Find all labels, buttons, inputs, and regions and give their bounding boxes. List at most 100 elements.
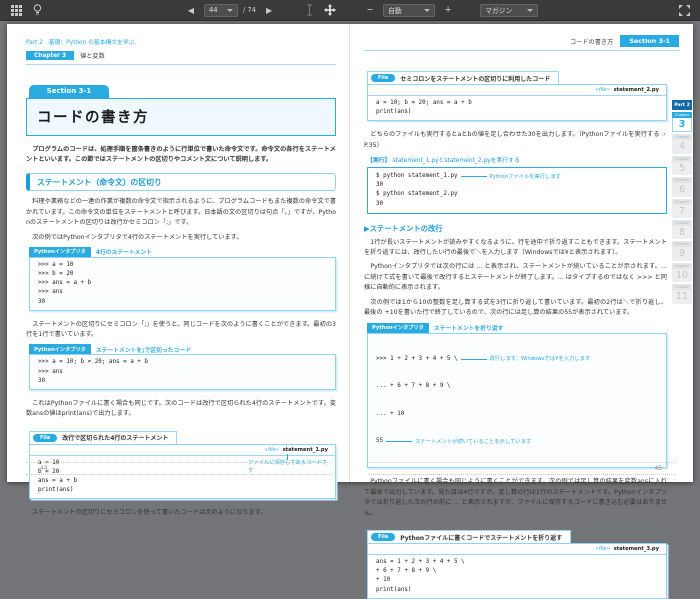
terminal-note: Pythonファイルを実行します xyxy=(490,173,561,181)
page-footer: 44 xyxy=(26,462,332,475)
rail-chapter-6: Chapter 6 xyxy=(672,177,692,196)
run-caption: statement_1.pyとstatement_2.pyを実行する xyxy=(392,158,520,164)
code-caption: ステートメントを;で区切ったコード xyxy=(96,345,191,354)
interpreter-code-box: Pythonインタプリタ 4行のステートメント >>> a = 10 >>> b… xyxy=(29,247,336,311)
interpreter-tab-label: Pythonインタプリタ xyxy=(29,344,91,354)
page-number: 45 xyxy=(655,466,662,472)
lightbulb-icon[interactable] xyxy=(29,3,45,18)
file-badge: File xyxy=(33,434,57,442)
filename: statement_3.py xyxy=(614,546,659,552)
paragraph: Pythonファイルに書く場合も同じように書くことができます。次の例では足し算の… xyxy=(364,477,667,519)
viewer-toolbar: ◀ 44 / 74 ▶ − 自動 + マガジン xyxy=(0,0,700,21)
code-line: ... + 10 xyxy=(376,410,658,419)
rail-chapter-7: Chapter 7 xyxy=(672,199,692,218)
paragraph: 次の例では1から10の整数を足し算する式を3行に折り返して書いています。最初の2… xyxy=(364,298,667,319)
code-content: a = 10; b = 20; ans = a + b print(ans) xyxy=(368,96,666,120)
section-title-box: コードの書き方 xyxy=(26,98,336,136)
subsection-heading: ステートメント（命令文）の区切り xyxy=(26,173,336,191)
run-label: 【実行】 xyxy=(367,158,391,164)
chapter-header-row: Chapter 3 値と変数 xyxy=(26,51,336,65)
filename-row: «file» statement_2.py xyxy=(368,85,666,96)
code-line: ... + 6 + 7 + 8 + 9 \ xyxy=(376,382,658,391)
section-tab: Section 3-1 xyxy=(29,85,109,98)
rail-chapter-3: Chapter 3 xyxy=(672,112,692,132)
thumbnails-grid-icon[interactable] xyxy=(8,3,24,18)
previous-page-button[interactable]: ◀ xyxy=(183,3,199,18)
zoom-level-select[interactable]: 自動 xyxy=(383,4,435,17)
code-content: ans = 1 + 2 + 3 + 4 + 5 \ + 6 + 7 + 8 + … xyxy=(368,555,666,598)
terminal-output: 30 xyxy=(376,200,658,209)
rail-chapter-8: Chapter 8 xyxy=(672,220,692,239)
intro-paragraph: プログラムのコードは、処理手順を箇条書きのように行単位で書いた命令文です。命令文… xyxy=(26,145,336,166)
rail-chapter-9: Chapter 9 xyxy=(672,241,692,260)
code-content: >>> a = 10; b = 20; ans = a + b >>> ans … xyxy=(29,354,336,389)
code-line: >>> 1 + 2 + 3 + 4 + 5 \ xyxy=(376,355,458,364)
interpreter-code-box: Pythonインタプリタ ステートメントを折り返す >>> 1 + 2 + 3 … xyxy=(367,323,667,469)
paragraph: Pythonインタプリタでは次の行には ... と表示され、ステートメントが続い… xyxy=(364,262,667,293)
zoom-out-button[interactable]: − xyxy=(362,3,378,18)
page-number: 44 xyxy=(40,466,47,472)
interpreter-tab-label: Pythonインタプリタ xyxy=(29,247,91,257)
interpreter-code-box: Pythonインタプリタ ステートメントを;で区切ったコード >>> a = 1… xyxy=(29,344,336,389)
paragraph: これはPythonファイルに書く場合も同じです。次のコードは改行で区切られた4行… xyxy=(26,399,336,420)
terminal-command: $ python statement_2.py xyxy=(376,190,658,199)
part-breadcrumb: Part 2 基礎：Python の基本構文を学ぶ xyxy=(26,37,336,46)
run-caption-row: 【実行】 statement_1.pyとstatement_2.pyを実行する xyxy=(367,155,667,164)
pdf-page-spread: Part 2 基礎：Python の基本構文を学ぶ Chapter 3 値と変数… xyxy=(7,24,693,482)
subsection-heading: ▶ステートメントの改行 xyxy=(364,224,667,234)
chevron-down-icon xyxy=(527,9,533,12)
paragraph: 次の例ではPythonインタプリタで4行のステートメントを実行しています。 xyxy=(26,233,336,243)
section-badge: Section 3-1 xyxy=(620,35,679,47)
page-total-label: / 74 xyxy=(243,6,256,14)
section-title: コードの書き方 xyxy=(37,106,325,127)
rail-chapter-10: Chapter 10 xyxy=(672,263,692,282)
rail-chapter-4: Chapter 4 xyxy=(672,134,692,153)
next-page-button[interactable]: ▶ xyxy=(261,3,277,18)
code-caption: 4行のステートメント xyxy=(96,247,152,256)
chevron-down-icon xyxy=(424,9,430,12)
filename-row: «file» statement_1.py xyxy=(30,445,335,456)
paragraph: どちらのファイルも実行するとaとbの値を足し合わせた30を出力します。（Pyth… xyxy=(364,130,667,151)
chevron-down-icon xyxy=(227,9,233,12)
chapter-badge: Chapter 3 xyxy=(26,51,74,60)
code-content: >>> a = 10 >>> b = 20 >>> ans = a + b >>… xyxy=(29,257,336,311)
paragraph: 料理や業務などの一連の作業が複数の命令文で指示されるように、プログラムコードもま… xyxy=(26,197,336,228)
filename-row: «file» statement_3.py xyxy=(368,544,666,555)
page-45: コードの書き方 Section 3-1 File セミコロンをステートメントの区… xyxy=(350,24,693,482)
interpreter-tab-label: Pythonインタプリタ xyxy=(367,323,429,333)
code-note: 改行します。Windowsでは¥を入力します xyxy=(490,355,591,363)
view-mode-value: マガジン xyxy=(485,5,512,15)
zoom-level-value: 自動 xyxy=(388,5,402,15)
page-footer: 45 xyxy=(369,462,676,475)
file-badge: File xyxy=(371,533,395,541)
file-caption: 改行で区切られた4行のステートメント xyxy=(62,433,168,442)
file-code-box: File セミコロンをステートメントの区切りに利用したコード «file» st… xyxy=(367,64,667,121)
zoom-in-button[interactable]: + xyxy=(440,3,456,18)
file-caption: Pythonファイルに書くコードでステートメントを折り返す xyxy=(400,533,562,542)
rail-part-label: Part 2 xyxy=(672,100,692,110)
file-caption: セミコロンをステートメントの区切りに利用したコード xyxy=(400,74,550,83)
filename: statement_1.py xyxy=(283,447,328,453)
fullscreen-icon[interactable] xyxy=(676,3,692,18)
chapter-title: 値と変数 xyxy=(80,51,105,60)
file-marker: «file» xyxy=(265,447,279,453)
note-connector xyxy=(461,359,487,360)
view-mode-select[interactable]: マガジン xyxy=(480,4,538,17)
filename: statement_2.py xyxy=(614,87,659,93)
page-44: Part 2 基礎：Python の基本構文を学ぶ Chapter 3 値と変数… xyxy=(7,24,350,482)
paragraph: ステートメントの区切りにセミコロンを使って書いたコードは次のようになります。 xyxy=(26,508,336,518)
page-number-value: 44 xyxy=(209,6,218,14)
rail-chapter-11: Chapter 11 xyxy=(672,284,692,303)
code-caption: ステートメントを折り返す xyxy=(434,323,504,332)
pan-tool-icon[interactable] xyxy=(322,3,338,18)
chapter-tab-rail: Part 2 Chapter 3 Chapter 4 Chapter 5 Cha… xyxy=(672,100,692,304)
file-marker: «file» xyxy=(596,546,610,552)
page-number-input[interactable]: 44 xyxy=(204,4,238,17)
rail-chapter-5: Chapter 5 xyxy=(672,156,692,175)
file-marker: «file» xyxy=(596,87,610,93)
paragraph: ステートメントの区切りにセミコロン「;」を使うと、同じコードを次のように書くこと… xyxy=(26,320,336,341)
running-title: コードの書き方 xyxy=(570,37,613,46)
text-select-tool-icon[interactable] xyxy=(301,3,317,18)
paragraph: 1行が長いステートメントが読みやすくなるように、行を途中で折り返すこともできます… xyxy=(364,238,667,259)
terminal-output: 30 xyxy=(376,181,658,190)
